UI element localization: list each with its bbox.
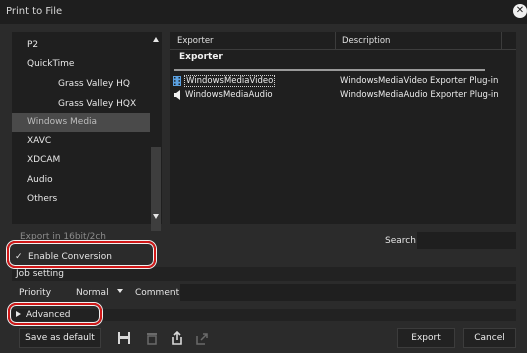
save-icon[interactable] — [117, 331, 131, 345]
exporter-name: WindowsMediaAudio — [185, 90, 273, 100]
priority-dropdown[interactable]: Normal — [72, 285, 128, 301]
export-button[interactable]: Export — [397, 328, 455, 348]
chevron-down-icon — [117, 289, 123, 293]
column-header-exporter[interactable]: Exporter — [177, 36, 214, 46]
column-divider[interactable] — [335, 32, 336, 50]
group-underline — [174, 69, 485, 71]
scroll-up-icon[interactable] — [153, 37, 159, 42]
highlight-ring — [7, 241, 156, 268]
comment-input[interactable] — [180, 284, 516, 301]
category-scrollbar[interactable] — [150, 32, 162, 231]
category-item-xdcam[interactable]: XDCAM — [12, 151, 150, 170]
exporter-description: WindowsMediaVideo Exporter Plug-in — [340, 76, 499, 86]
exporter-name: WindowsMediaVideo — [183, 75, 276, 87]
group-header-exporter: Exporter — [179, 52, 223, 62]
import-icon[interactable] — [170, 331, 184, 345]
scroll-down-icon[interactable] — [153, 214, 159, 219]
category-item-audio[interactable]: Audio — [12, 171, 150, 190]
job-setting-section: Job setting — [12, 267, 516, 281]
exporter-list[interactable]: Exporter Description Exporter WindowsMed… — [170, 32, 516, 224]
highlight-ring — [8, 303, 102, 325]
category-item-grass-valley-hqx[interactable]: Grass Valley HQX — [12, 95, 150, 114]
category-item-p2[interactable]: P2 — [12, 36, 150, 55]
cancel-button[interactable]: Cancel — [463, 328, 516, 348]
column-header-description[interactable]: Description — [342, 36, 390, 46]
search-label: Search — [385, 236, 416, 246]
exporter-row-windowsmediavideo[interactable]: WindowsMediaVideo WindowsMediaVideo Expo… — [170, 74, 516, 88]
category-list[interactable]: P2 QuickTime Grass Valley HQ Grass Valle… — [12, 32, 162, 231]
print-to-file-dialog: Print to File ✕ P2 QuickTime Grass Valle… — [0, 0, 527, 353]
exporter-row-windowsmediaaudio[interactable]: WindowsMediaAudio WindowsMediaAudio Expo… — [170, 88, 516, 102]
film-icon — [173, 76, 181, 86]
speaker-icon — [174, 90, 180, 100]
exporter-description: WindowsMediaAudio Exporter Plug-in — [340, 90, 499, 100]
dialog-title: Print to File — [6, 6, 63, 17]
category-item-others[interactable]: Others — [12, 190, 150, 209]
search-input[interactable] — [417, 232, 516, 249]
comment-label: Comment — [135, 288, 180, 298]
category-item-grass-valley-hq[interactable]: Grass Valley HQ — [12, 75, 150, 94]
title-bar: Print to File ✕ — [0, 0, 527, 24]
priority-value: Normal — [76, 288, 109, 298]
job-setting-label: Job setting — [16, 269, 64, 279]
category-item-quicktime[interactable]: QuickTime — [12, 55, 150, 74]
category-item-windows-media[interactable]: Windows Media — [12, 113, 150, 132]
save-as-default-button[interactable]: Save as default — [19, 328, 101, 348]
category-item-xavc[interactable]: XAVC — [12, 132, 150, 151]
export-icon[interactable] — [195, 331, 209, 345]
delete-icon[interactable] — [145, 331, 159, 345]
priority-label: Priority — [19, 288, 52, 298]
close-icon[interactable]: ✕ — [513, 4, 527, 18]
exporter-list-header: Exporter Description — [170, 32, 516, 50]
column-divider[interactable] — [501, 32, 502, 50]
